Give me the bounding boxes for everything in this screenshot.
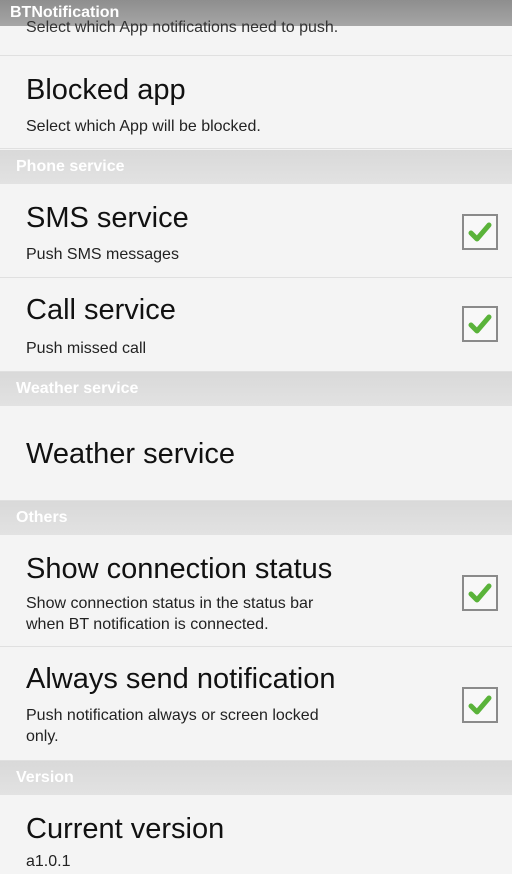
checkmark-icon (468, 583, 492, 603)
show-connection-status-subtitle-line1: Show connection status in the status bar (26, 595, 314, 612)
call-service-subtitle: Push missed call (26, 340, 147, 357)
blocked-app-title: Blocked app (26, 74, 186, 106)
section-header-version: Version (0, 761, 512, 795)
weather-service-row[interactable]: Weather service (0, 406, 512, 501)
show-connection-status-subtitle-line2: when BT notification is connected. (26, 616, 269, 633)
current-version-value: a1.0.1 (26, 853, 71, 870)
blocked-app-row[interactable]: Blocked app Select which App will be blo… (0, 56, 512, 149)
sms-service-subtitle: Push SMS messages (26, 246, 179, 263)
always-send-notification-checkbox[interactable] (462, 687, 498, 723)
show-connection-status-checkbox[interactable] (462, 575, 498, 611)
call-service-checkbox[interactable] (462, 306, 498, 342)
blocked-app-subtitle: Select which App will be blocked. (26, 118, 261, 135)
sms-service-title: SMS service (26, 202, 189, 234)
always-send-notification-title: Always send notification (26, 663, 336, 695)
show-connection-status-row[interactable]: Show connection status Show connection s… (0, 535, 512, 647)
sms-service-row[interactable]: SMS service Push SMS messages (0, 184, 512, 278)
always-send-notification-row[interactable]: Always send notification Push notificati… (0, 647, 512, 761)
section-header-others: Others (0, 501, 512, 535)
call-service-title: Call service (26, 294, 176, 326)
section-header-weather: Weather service (0, 372, 512, 406)
cutoff-text: Select which App notifications need to p… (26, 20, 339, 36)
cutoff-row[interactable]: Select which App notifications need to p… (0, 20, 512, 56)
checkmark-icon (468, 314, 492, 334)
always-send-notification-subtitle-line1: Push notification always or screen locke… (26, 707, 319, 724)
weather-service-title: Weather service (26, 438, 235, 470)
checkmark-icon (468, 695, 492, 715)
show-connection-status-title: Show connection status (26, 553, 333, 585)
current-version-row[interactable]: Current version a1.0.1 (0, 795, 512, 874)
current-version-title: Current version (26, 813, 225, 845)
section-header-phone: Phone service (0, 150, 512, 184)
always-send-notification-subtitle-line2: only. (26, 728, 59, 745)
checkmark-icon (468, 222, 492, 242)
show-connection-status-subtitle: Show connection status in the status bar… (26, 593, 426, 635)
call-service-row[interactable]: Call service Push missed call (0, 278, 512, 372)
sms-service-checkbox[interactable] (462, 214, 498, 250)
always-send-notification-subtitle: Push notification always or screen locke… (26, 705, 426, 747)
